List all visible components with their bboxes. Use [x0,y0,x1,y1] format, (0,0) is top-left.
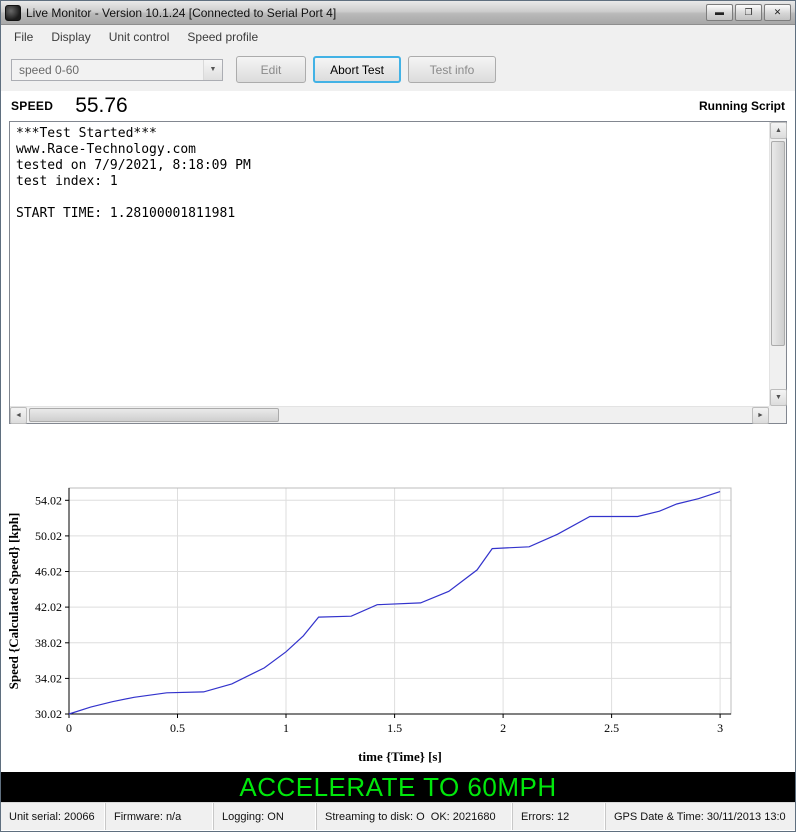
svg-text:50.02: 50.02 [35,529,62,543]
svg-text:30.02: 30.02 [35,707,62,721]
svg-text:0: 0 [66,721,72,735]
speed-readout-row: SPEED 55.76 Running Script [1,91,795,119]
status-errors: Errors: 12 [513,803,606,830]
scroll-left-icon[interactable]: ◄ [10,407,27,424]
window-title: Live Monitor - Version 10.1.24 [Connecte… [26,6,336,20]
status-logging: Logging: ON [214,803,317,830]
script-status: Running Script [699,99,785,113]
status-firmware: Firmware: n/a [106,803,214,830]
svg-text:2.5: 2.5 [604,721,619,735]
menubar: File Display Unit control Speed profile [1,25,795,48]
menu-display[interactable]: Display [42,27,99,47]
instruction-banner: ACCELERATE TO 60MPH [1,772,795,802]
menu-unit-control[interactable]: Unit control [100,27,179,47]
vertical-scrollbar[interactable]: ▲ ▼ [769,122,786,406]
test-profile-dropdown[interactable]: speed 0-60 ▼ [11,59,223,81]
speed-chart-svg: 30.02 34.02 38.02 42.02 46.02 50.02 54.02 0 0.5 1… [1,472,795,772]
horizontal-scrollbar[interactable]: ◄ ► [10,406,769,423]
svg-text:2: 2 [500,721,506,735]
minimize-button[interactable]: ▬ [706,4,733,21]
scroll-down-icon[interactable]: ▼ [770,389,787,406]
vertical-scroll-thumb[interactable] [771,141,785,346]
toolbar: speed 0-60 ▼ Edit Abort Test Test info [1,48,795,91]
chevron-down-icon[interactable]: ▼ [203,60,222,80]
minimize-icon: ▬ [715,7,724,17]
test-profile-dropdown-value: speed 0-60 [19,63,79,77]
svg-text:time {Time} [s]: time {Time} [s] [358,749,442,764]
svg-text:1: 1 [283,721,289,735]
abort-test-button[interactable]: Abort Test [313,56,401,83]
app-window: Live Monitor - Version 10.1.24 [Connecte… [0,0,796,832]
svg-text:3: 3 [717,721,723,735]
menu-speed-profile[interactable]: Speed profile [178,27,267,47]
svg-text:54.02: 54.02 [35,493,62,507]
svg-text:0.5: 0.5 [170,721,185,735]
test-info-button[interactable]: Test info [408,56,496,83]
edit-button[interactable]: Edit [236,56,306,83]
svg-text:34.02: 34.02 [35,671,62,685]
speed-chart: 30.02 34.02 38.02 42.02 46.02 50.02 54.02 0 0.5 1… [1,472,795,772]
maximize-icon: ❐ [744,7,752,17]
statusbar: Unit serial: 20066 Firmware: n/a Logging… [1,802,795,830]
instruction-banner-text: ACCELERATE TO 60MPH [239,772,556,803]
svg-text:46.02: 46.02 [35,565,62,579]
svg-text:1.5: 1.5 [387,721,402,735]
svg-text:38.02: 38.02 [35,636,62,650]
horizontal-scroll-thumb[interactable] [29,408,279,422]
speed-value: 55.76 [75,94,128,118]
svg-text:42.02: 42.02 [35,600,62,614]
menu-file[interactable]: File [5,27,42,47]
client-area: SPEED 55.76 Running Script ***Test Start… [1,91,795,832]
log-textarea[interactable]: ***Test Started*** www.Race-Technology.c… [9,121,787,424]
svg-text:Speed {Calculated Speed} [kph]: Speed {Calculated Speed} [kph] [6,513,21,690]
log-text: ***Test Started*** www.Race-Technology.c… [11,123,768,405]
status-unit-serial: Unit serial: 20066 [1,803,106,830]
close-button[interactable]: ✕ [764,4,791,21]
app-icon [5,5,21,21]
scroll-right-icon[interactable]: ► [752,407,769,424]
status-streaming: Streaming to disk: O OK: 2021680 [317,803,513,830]
scrollbar-corner [769,406,786,423]
window-controls: ▬ ❐ ✕ [706,4,791,21]
scroll-up-icon[interactable]: ▲ [770,122,787,139]
speed-label: SPEED [11,99,53,113]
titlebar: Live Monitor - Version 10.1.24 [Connecte… [1,1,795,25]
maximize-button[interactable]: ❐ [735,4,762,21]
status-gps-datetime: GPS Date & Time: 30/11/2013 13:0 [606,803,795,830]
close-icon: ✕ [774,7,782,17]
